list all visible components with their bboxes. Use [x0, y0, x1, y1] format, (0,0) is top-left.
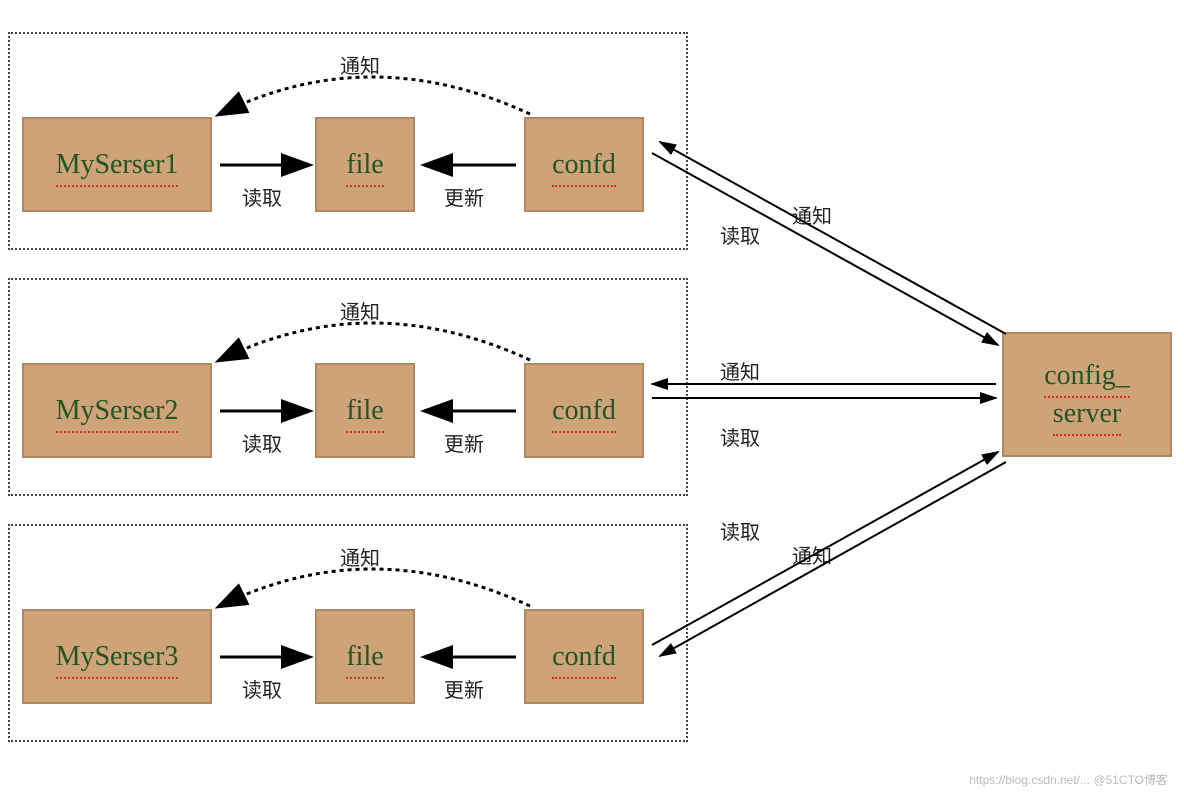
config-server-label-2: server	[1053, 398, 1121, 430]
notify-3-label: 通知	[340, 542, 380, 571]
ext-top-notify: 通知	[792, 200, 832, 229]
myserver-3-label: MySerser3	[56, 641, 179, 673]
config-server-label-1: config_	[1044, 360, 1130, 392]
ext-mid-notify: 通知	[720, 356, 760, 385]
file-1-label: file	[346, 149, 383, 181]
ext-bot-notify: 通知	[792, 540, 832, 569]
read-3-label: 读取	[242, 674, 282, 703]
myserver-3-box: MySerser3	[22, 609, 212, 704]
myserver-1-label: MySerser1	[56, 149, 179, 181]
myserver-1-box: MySerser1	[22, 117, 212, 212]
read-1-label: 读取	[242, 182, 282, 211]
file-3-box: file	[315, 609, 415, 704]
file-3-label: file	[346, 641, 383, 673]
myserver-2-label: MySerser2	[56, 395, 179, 427]
config-server-box: config_ server	[1002, 332, 1172, 457]
file-2-box: file	[315, 363, 415, 458]
confd-1-box: confd	[524, 117, 644, 212]
myserver-2-box: MySerser2	[22, 363, 212, 458]
update-2-label: 更新	[444, 428, 484, 457]
read-2-label: 读取	[242, 428, 282, 457]
notify-1-label: 通知	[340, 50, 380, 79]
confd-2-box: confd	[524, 363, 644, 458]
ext-mid-read: 读取	[720, 422, 760, 451]
update-3-label: 更新	[444, 674, 484, 703]
notify-2-label: 通知	[340, 296, 380, 325]
confd-3-label: confd	[552, 641, 616, 673]
ext-top-read: 读取	[720, 220, 760, 249]
file-1-box: file	[315, 117, 415, 212]
file-2-label: file	[346, 395, 383, 427]
confd-3-box: confd	[524, 609, 644, 704]
confd-2-label: confd	[552, 395, 616, 427]
ext-bot-read: 读取	[720, 516, 760, 545]
confd-1-label: confd	[552, 149, 616, 181]
update-1-label: 更新	[444, 182, 484, 211]
watermark: https://blog.csdn.net/... @51CTO博客	[969, 771, 1168, 788]
